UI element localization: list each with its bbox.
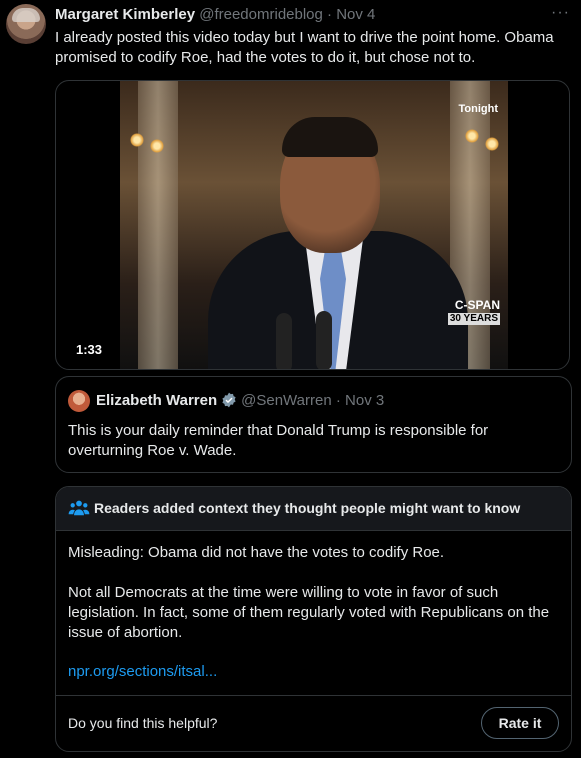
author-avatar[interactable] [6, 4, 46, 44]
quoted-author-handle[interactable]: @SenWarren [241, 392, 332, 409]
cspan-logo-text: C-SPAN [454, 298, 500, 312]
quoted-tweet-text: This is your daily reminder that Donald … [68, 422, 489, 459]
quoted-author-avatar[interactable] [68, 390, 90, 412]
community-note-paragraph-2: Not all Democrats at the time were willi… [68, 584, 550, 641]
video-player[interactable]: Tonight C-SPAN 30 YEARS 1:33 [55, 80, 570, 370]
tweet-text: I already posted this video today but I … [55, 29, 554, 66]
tweet-header: Margaret Kimberley @freedomrideblog · No… [55, 6, 375, 24]
video-overlay-tonight: Tonight [458, 103, 499, 115]
rate-it-button[interactable]: Rate it [481, 707, 559, 739]
quoted-author-name[interactable]: Elizabeth Warren [96, 392, 217, 409]
community-note-paragraph-1: Misleading: Obama did not have the votes… [68, 544, 445, 561]
author-handle[interactable]: @freedomrideblog [199, 6, 323, 23]
quoted-tweet[interactable]: Elizabeth Warren @SenWarren · Nov 3 This … [55, 376, 572, 473]
quoted-tweet-header: Elizabeth Warren @SenWarren · Nov 3 [96, 392, 384, 410]
community-note-title: Readers added context they thought peopl… [94, 500, 521, 516]
more-horizontal-icon[interactable]: ··· [551, 4, 570, 22]
quoted-meta-separator: · [331, 392, 346, 409]
helpful-question: Do you find this helpful? [68, 715, 218, 731]
community-note-divider [56, 695, 571, 696]
community-note: Readers added context they thought peopl… [55, 486, 572, 752]
meta-separator: · [322, 6, 337, 23]
tweet-date[interactable]: Nov 4 [336, 6, 375, 23]
community-note-header: Readers added context they thought peopl… [56, 487, 571, 531]
quoted-tweet-date[interactable]: Nov 3 [345, 392, 384, 409]
people-icon [68, 500, 90, 516]
cspan-logo-sub: 30 YEARS [447, 313, 500, 325]
cspan-logo: C-SPAN 30 YEARS [447, 298, 500, 325]
video-frame: Tonight C-SPAN 30 YEARS [120, 81, 508, 369]
community-note-body: Misleading: Obama did not have the votes… [68, 543, 558, 663]
community-note-source-link[interactable]: npr.org/sections/itsal... [68, 663, 217, 680]
video-duration: 1:33 [70, 341, 109, 358]
author-name[interactable]: Margaret Kimberley [55, 6, 195, 23]
verified-badge-icon [222, 392, 236, 408]
